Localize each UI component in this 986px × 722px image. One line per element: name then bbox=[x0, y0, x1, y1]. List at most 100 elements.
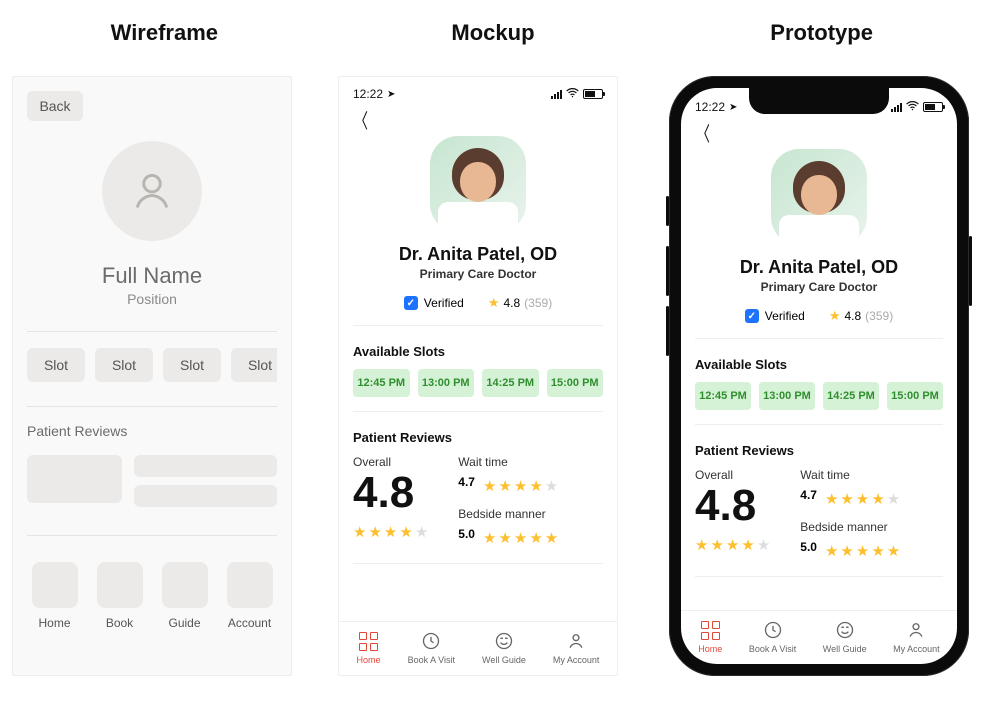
chevron-left-icon: 〈 bbox=[696, 118, 710, 147]
tab-account[interactable]: Account bbox=[222, 562, 277, 630]
slot-chip[interactable]: Slot bbox=[163, 348, 221, 382]
tab-well-guide[interactable]: Well Guide bbox=[823, 619, 867, 654]
rating-count: (359) bbox=[865, 309, 893, 323]
clock-icon bbox=[420, 630, 442, 652]
slot-chip[interactable]: 13:00 PM bbox=[418, 369, 475, 397]
slots-row: 12:45 PM 13:00 PM 14:25 PM 15:00 PM bbox=[695, 382, 943, 410]
back-button[interactable]: Back bbox=[27, 91, 83, 121]
check-icon: ✓ bbox=[745, 309, 759, 323]
star-icon: ★ bbox=[695, 536, 708, 554]
star-icon: ★ bbox=[757, 536, 770, 554]
person-icon bbox=[565, 630, 587, 652]
star-icon: ★ bbox=[415, 523, 428, 541]
tabbar: Home Book A Visit Well Guide bbox=[339, 621, 617, 675]
placeholder-block bbox=[27, 455, 122, 503]
slot-chip[interactable]: 12:45 PM bbox=[695, 382, 751, 410]
star-icon: ★ bbox=[856, 542, 869, 560]
star-icon: ★ bbox=[887, 542, 900, 560]
rating-badge: ★ 4.8 (359) bbox=[488, 295, 552, 311]
grid-icon bbox=[701, 621, 720, 640]
tab-home[interactable]: Home bbox=[698, 619, 722, 654]
bedside-stars: ★★★★★ bbox=[483, 529, 558, 547]
star-icon: ★ bbox=[514, 477, 527, 495]
doctor-role: Primary Care Doctor bbox=[420, 267, 537, 281]
overall-value: 4.8 bbox=[695, 484, 770, 528]
star-icon: ★ bbox=[856, 490, 869, 508]
star-icon: ★ bbox=[545, 529, 558, 547]
tab-label: Home bbox=[357, 655, 381, 665]
tab-label: Book A Visit bbox=[408, 655, 455, 665]
tab-label: My Account bbox=[553, 655, 600, 665]
overall-label: Overall bbox=[353, 455, 428, 469]
star-icon: ★ bbox=[840, 490, 853, 508]
status-bar: 12:22 ➤ bbox=[339, 77, 617, 105]
star-icon: ★ bbox=[399, 523, 412, 541]
tab-book-visit[interactable]: Book A Visit bbox=[749, 619, 796, 654]
tab-guide[interactable]: Guide bbox=[157, 562, 212, 630]
slot-chip[interactable]: 15:00 PM bbox=[547, 369, 604, 397]
slot-chip[interactable]: 14:25 PM bbox=[482, 369, 539, 397]
star-icon: ★ bbox=[529, 529, 542, 547]
reviews-heading: Patient Reviews bbox=[695, 443, 943, 458]
location-arrow-icon: ➤ bbox=[729, 102, 737, 113]
star-icon: ★ bbox=[384, 523, 397, 541]
star-icon: ★ bbox=[353, 523, 366, 541]
position-placeholder: Position bbox=[127, 291, 177, 307]
bedside-value: 5.0 bbox=[458, 527, 475, 541]
star-icon: ★ bbox=[545, 477, 558, 495]
star-icon: ★ bbox=[710, 536, 723, 554]
slots-row: Slot Slot Slot Slot bbox=[27, 342, 277, 382]
tab-book-visit[interactable]: Book A Visit bbox=[408, 630, 455, 665]
slot-chip[interactable]: Slot bbox=[27, 348, 85, 382]
prototype-panel: 12:22 ➤ 〈 bbox=[664, 76, 974, 676]
phone-frame: 12:22 ➤ 〈 bbox=[669, 76, 969, 676]
back-button[interactable]: 〈 bbox=[681, 118, 957, 147]
star-icon: ★ bbox=[368, 523, 381, 541]
overall-stars: ★★★★★ bbox=[353, 523, 428, 541]
back-button[interactable]: 〈 bbox=[339, 105, 617, 134]
divider bbox=[27, 406, 277, 407]
tab-my-account[interactable]: My Account bbox=[893, 619, 940, 654]
wireframe-panel: Back Full Name Position Slot Slot Slot S… bbox=[12, 76, 292, 676]
slots-heading: Available Slots bbox=[695, 357, 943, 372]
star-icon: ★ bbox=[871, 490, 884, 508]
star-icon: ★ bbox=[529, 477, 542, 495]
star-icon: ★ bbox=[514, 529, 527, 547]
slot-chip[interactable]: Slot bbox=[95, 348, 153, 382]
slot-chip[interactable]: 12:45 PM bbox=[353, 369, 410, 397]
star-icon: ★ bbox=[741, 536, 754, 554]
slots-heading: Available Slots bbox=[353, 344, 603, 359]
doctor-avatar bbox=[430, 136, 526, 232]
avatar-placeholder bbox=[102, 141, 202, 241]
tab-home[interactable]: Home bbox=[357, 630, 381, 665]
bedside-label: Bedside manner bbox=[800, 520, 900, 534]
slot-chip[interactable]: 14:25 PM bbox=[823, 382, 879, 410]
star-icon: ★ bbox=[825, 490, 838, 508]
tab-icon-placeholder bbox=[162, 562, 208, 608]
doctor-name: Dr. Anita Patel, OD bbox=[399, 244, 557, 265]
star-icon: ★ bbox=[887, 490, 900, 508]
person-icon bbox=[130, 169, 174, 213]
slot-chip[interactable]: 15:00 PM bbox=[887, 382, 943, 410]
tab-label: Book A Visit bbox=[749, 644, 796, 654]
star-icon: ★ bbox=[498, 477, 511, 495]
tab-book[interactable]: Book bbox=[92, 562, 147, 630]
doctor-role: Primary Care Doctor bbox=[761, 280, 878, 294]
grid-icon bbox=[359, 632, 378, 651]
tab-icon-placeholder bbox=[97, 562, 143, 608]
star-icon: ★ bbox=[825, 542, 838, 560]
rating-badge: ★ 4.8 (359) bbox=[829, 308, 893, 324]
slot-chip[interactable]: 13:00 PM bbox=[759, 382, 815, 410]
person-icon bbox=[905, 619, 927, 641]
slot-chip[interactable]: Slot bbox=[231, 348, 277, 382]
bedside-label: Bedside manner bbox=[458, 507, 558, 521]
reviews-heading: Patient Reviews bbox=[27, 417, 277, 439]
tab-home[interactable]: Home bbox=[27, 562, 82, 630]
heading-prototype: Prototype bbox=[659, 20, 984, 46]
check-icon: ✓ bbox=[404, 296, 418, 310]
placeholder-block bbox=[134, 485, 277, 507]
location-arrow-icon: ➤ bbox=[387, 89, 395, 100]
tab-well-guide[interactable]: Well Guide bbox=[482, 630, 526, 665]
heading-mockup: Mockup bbox=[330, 20, 655, 46]
tab-my-account[interactable]: My Account bbox=[553, 630, 600, 665]
